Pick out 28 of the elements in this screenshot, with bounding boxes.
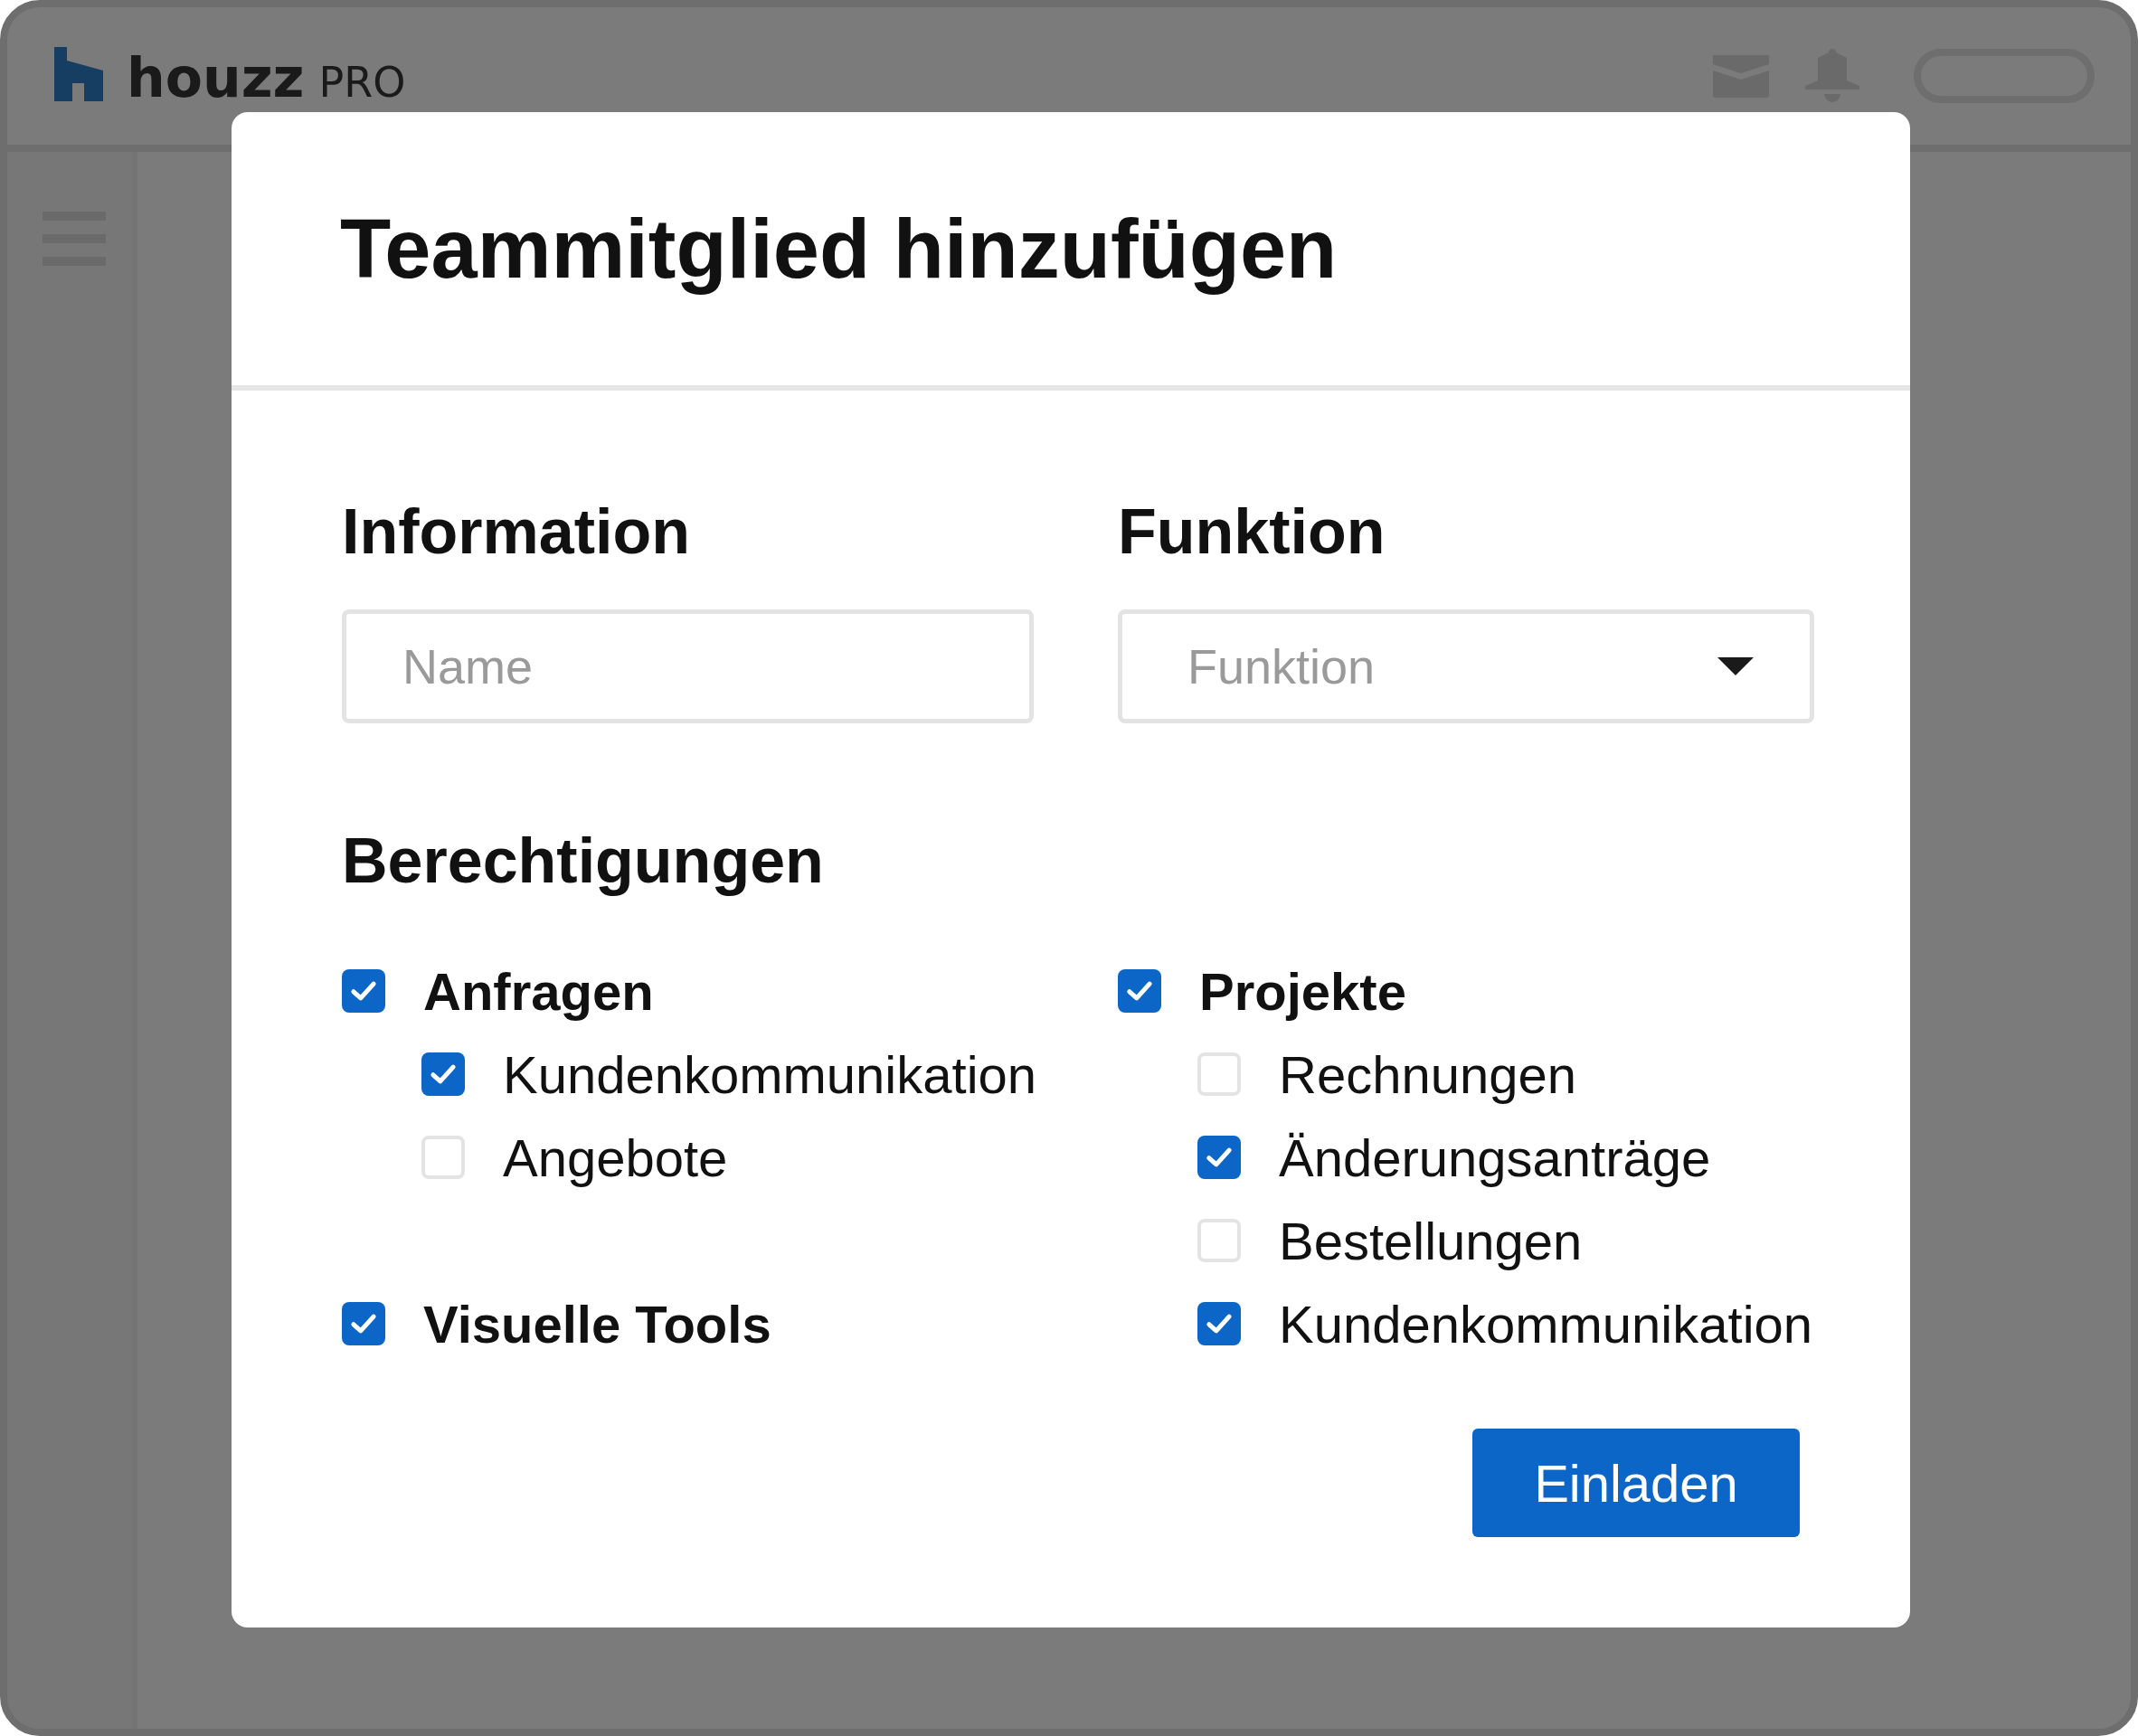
name-input-field[interactable]: Name	[342, 609, 1034, 723]
checkbox[interactable]	[342, 969, 385, 1013]
permission-label: Visuelle Tools	[423, 1293, 771, 1354]
checkbox[interactable]	[421, 1052, 465, 1096]
checkbox[interactable]	[1197, 1052, 1241, 1096]
permission-label: Änderungsanträge	[1279, 1127, 1711, 1188]
permission-label: Kundenkommunikation	[503, 1043, 1037, 1105]
logo-text: houzz	[127, 51, 305, 105]
permission-label: Bestellungen	[1279, 1210, 1583, 1271]
permission-label: Anfragen	[423, 960, 654, 1022]
checkbox[interactable]	[1197, 1219, 1241, 1262]
permission-label: Projekte	[1199, 960, 1406, 1022]
section-heading: Berechtigungen	[342, 825, 825, 898]
checkbox[interactable]	[342, 1302, 385, 1345]
checkbox[interactable]	[1197, 1136, 1241, 1179]
checkbox[interactable]	[1118, 969, 1161, 1013]
caret-icon	[1717, 657, 1754, 675]
checkbox[interactable]	[421, 1136, 465, 1179]
permission-label: Angebote	[503, 1127, 728, 1188]
section-heading: Information	[342, 495, 691, 569]
permission-label: Rechnungen	[1279, 1043, 1576, 1105]
invite-button[interactable]: Einladen	[1472, 1429, 1800, 1537]
permission-label: Kundenkommunikation	[1279, 1293, 1813, 1354]
house-logo-icon	[54, 47, 103, 101]
section-heading: Funktion	[1118, 495, 1386, 569]
modal-title: Teammitglied hinzufügen	[340, 201, 1338, 297]
checkbox[interactable]	[1197, 1302, 1241, 1345]
logo-suffix: PRO	[318, 61, 406, 103]
